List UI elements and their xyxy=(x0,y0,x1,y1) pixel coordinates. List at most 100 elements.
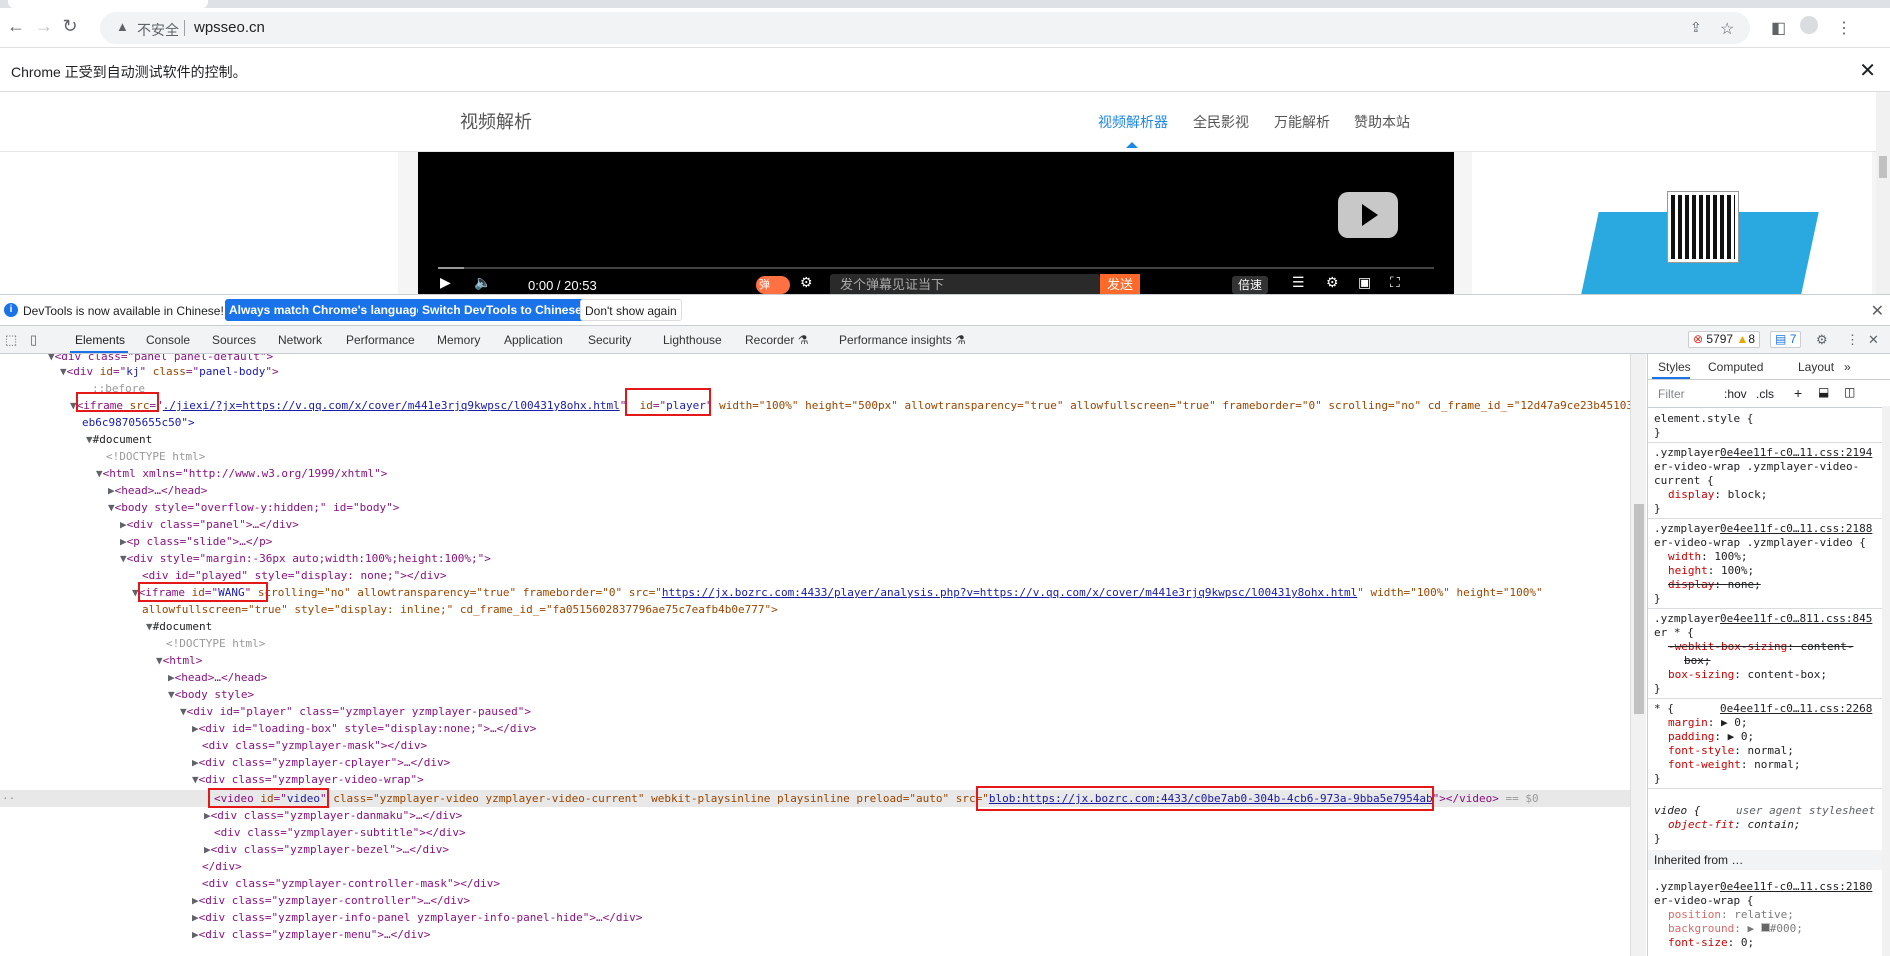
elements-scrollbar[interactable] xyxy=(1630,354,1646,956)
style-property-overridden[interactable]: -webkit-box-sizing: content- xyxy=(1668,640,1853,654)
dom-div-menu[interactable]: ▶<div class="yzmplayer-menu">…</div> xyxy=(192,926,430,943)
rule-selector[interactable]: .yzmplayer xyxy=(1654,446,1720,460)
style-property[interactable]: width: 100%; xyxy=(1668,550,1748,564)
tab-memory[interactable]: Memory xyxy=(437,333,480,347)
share-icon[interactable]: ⇪ xyxy=(1690,19,1702,36)
rule-selector[interactable]: .yzmplayer xyxy=(1654,612,1720,626)
rule-selector[interactable]: er-video-wrap { xyxy=(1654,894,1753,908)
side-panel-icon[interactable]: ◧ xyxy=(1771,18,1786,38)
rule-selector[interactable]: er-video-wrap .yzmplayer-video- xyxy=(1654,460,1859,474)
tv-play-icon[interactable] xyxy=(1338,192,1398,238)
settings-icon[interactable]: ⚙ xyxy=(1326,274,1339,291)
tab-lighthouse[interactable]: Lighthouse xyxy=(663,333,722,347)
style-property[interactable]: margin: ▶ 0; xyxy=(1668,716,1748,730)
profile-avatar-icon[interactable] xyxy=(1800,16,1818,34)
cls-toggle[interactable]: .cls xyxy=(1756,387,1774,401)
page-scrollbar-thumb[interactable] xyxy=(1879,156,1887,178)
fullscreen-icon[interactable]: ⛶ xyxy=(1390,274,1400,291)
browser-tab[interactable] xyxy=(8,0,208,8)
styles-scrollbar[interactable] xyxy=(1882,406,1890,956)
dom-body[interactable]: ▼<body style="overflow-y:hidden;" id="bo… xyxy=(108,499,399,516)
dom-p-slide[interactable]: ▶<p class="slide">…</p> xyxy=(120,533,272,550)
dom-line-iframe-player[interactable]: ▼<iframe src="./jiexi/?jx=https://v.qq.c… xyxy=(70,397,1630,414)
address-bar[interactable]: ▲ 不安全 wpsseo.cn ☆ ⇪ xyxy=(100,12,1750,44)
style-property-inherited[interactable]: background: ▶ #000; xyxy=(1668,922,1803,936)
close-icon[interactable]: ✕ xyxy=(1871,301,1884,321)
dom-div-danmaku[interactable]: ▶<div class="yzmplayer-danmaku">…</div> xyxy=(204,807,462,824)
tab-layout[interactable]: Layout xyxy=(1798,360,1834,374)
style-property[interactable]: box-sizing: content-box; xyxy=(1668,668,1827,682)
dom-line-wrap[interactable]: eb6c98705655c50"> xyxy=(82,414,195,431)
tab-styles[interactable]: Styles xyxy=(1658,360,1691,374)
dom-div-info-panel[interactable]: ▶<div class="yzmplayer-info-panel yzmpla… xyxy=(192,909,642,926)
volume-icon[interactable]: 🔈 xyxy=(474,274,491,291)
dom-div-mask[interactable]: <div class="yzmplayer-mask"></div> xyxy=(202,737,427,754)
tab-elements[interactable]: Elements xyxy=(75,333,125,347)
dom-head[interactable]: ▶<head>…</head> xyxy=(108,482,207,499)
dom-div-player[interactable]: ▼<div id="player" class="yzmplayer yzmpl… xyxy=(180,703,531,720)
rule-source-link[interactable]: 0e4ee11f-c0…811.css:845 xyxy=(1720,612,1872,626)
tab-application[interactable]: Application xyxy=(504,333,563,347)
device-toolbar-icon[interactable]: ▯ xyxy=(30,332,37,348)
dom-div-loading[interactable]: ▶<div id="loading-box" style="display:no… xyxy=(192,720,536,737)
dom-html[interactable]: ▼<html> xyxy=(156,652,202,669)
style-property[interactable]: object-fit: contain; xyxy=(1668,818,1800,832)
send-button[interactable]: 发送 xyxy=(1100,274,1140,294)
messages-counter[interactable]: ▤ 7 xyxy=(1770,331,1802,348)
danmaku-input[interactable]: 发个弹幕见证当下 xyxy=(830,274,1100,294)
back-icon[interactable]: ← xyxy=(6,16,26,36)
nav-link-parser[interactable]: 视频解析器 xyxy=(1098,112,1168,132)
rule-source-link[interactable]: 0e4ee11f-c0…11.css:2180 xyxy=(1720,880,1872,894)
tab-performance-insights[interactable]: Performance insights ⚗ xyxy=(839,333,966,347)
dom-div-controller-mask[interactable]: <div class="yzmplayer-controller-mask"><… xyxy=(202,875,500,892)
tab-sources[interactable]: Sources xyxy=(212,333,256,347)
site-brand[interactable]: 视频解析 xyxy=(460,108,532,134)
dont-show-again-button[interactable]: Don't show again xyxy=(580,299,682,321)
dom-document[interactable]: ▼#document xyxy=(86,431,152,448)
dom-body[interactable]: ▼<body style> xyxy=(168,686,254,703)
dom-div-panel[interactable]: ▶<div class="panel">…</div> xyxy=(120,516,299,533)
close-icon[interactable]: ✕ xyxy=(1859,58,1876,83)
rule-selector[interactable]: er * { xyxy=(1654,626,1694,640)
video-player[interactable]: ▶ 🔈 0:00 / 20:53 弹 ⚙ 发个弹幕见证当下 发送 倍速 ☰ ⚙ … xyxy=(418,152,1454,294)
dom-div-controller[interactable]: ▶<div class="yzmplayer-controller">…</di… xyxy=(192,892,470,909)
tab-performance[interactable]: Performance xyxy=(346,333,415,347)
nav-link-sponsor[interactable]: 赞助本站 xyxy=(1354,112,1410,132)
more-tabs-icon[interactable]: » xyxy=(1844,360,1851,374)
dom-div-subtitle[interactable]: <div class="yzmplayer-subtitle"></div> xyxy=(214,824,466,841)
dom-div-cplayer[interactable]: ▶<div class="yzmplayer-cplayer">…</div> xyxy=(192,754,450,771)
style-property[interactable]: font-style: normal; xyxy=(1668,744,1794,758)
play-icon[interactable]: ▶ xyxy=(440,274,451,291)
elements-dom-tree[interactable]: ▼<div class="panel panel-default"> ▼<div… xyxy=(0,354,1630,956)
danmaku-toggle[interactable]: 弹 xyxy=(756,276,790,294)
rule-selector[interactable]: er-video-wrap .yzmplayer-video { xyxy=(1654,536,1866,550)
rule-selector[interactable]: * { xyxy=(1654,702,1674,716)
dom-close-div[interactable]: </div> xyxy=(202,858,242,875)
elements-scrollbar-thumb[interactable] xyxy=(1634,504,1644,714)
toggle-sidebar-icon[interactable]: ◫ xyxy=(1844,385,1855,399)
inspect-element-icon[interactable]: ⬚ xyxy=(5,332,17,348)
page-scrollbar[interactable] xyxy=(1876,92,1890,294)
rule-selector[interactable]: video { xyxy=(1654,804,1700,818)
tab-console[interactable]: Console xyxy=(146,333,190,347)
issues-counter[interactable]: ⊗ 5797 ▲8 xyxy=(1688,331,1761,348)
dom-doctype[interactable]: <!DOCTYPE html> xyxy=(106,448,205,465)
bookmark-star-icon[interactable]: ☆ xyxy=(1720,19,1734,39)
dom-line[interactable]: ▼<div id="kj" class="panel-body"> xyxy=(60,363,279,380)
tab-computed[interactable]: Computed xyxy=(1708,360,1763,374)
tab-network[interactable]: Network xyxy=(278,333,322,347)
color-swatch[interactable] xyxy=(1760,923,1770,932)
pip-icon[interactable]: ▣ xyxy=(1358,274,1371,291)
rule-selector[interactable]: .yzmplayer xyxy=(1654,522,1720,536)
progress-bar[interactable] xyxy=(438,267,1434,269)
playlist-icon[interactable]: ☰ xyxy=(1292,274,1305,291)
dom-div-video-wrap[interactable]: ▼<div class="yzmplayer-video-wrap"> xyxy=(192,771,424,788)
element-style-rule[interactable]: element.style { xyxy=(1654,412,1753,426)
tab-security[interactable]: Security xyxy=(588,333,631,347)
danmaku-settings-icon[interactable]: ⚙ xyxy=(800,274,813,291)
settings-gear-icon[interactable]: ⚙ xyxy=(1816,332,1828,348)
element-state-icon[interactable]: ⬓ xyxy=(1818,385,1829,399)
dom-document[interactable]: ▼#document xyxy=(146,618,212,635)
rule-selector[interactable]: .yzmplayer xyxy=(1654,880,1720,894)
nav-link-movies[interactable]: 全民影视 xyxy=(1193,112,1249,132)
